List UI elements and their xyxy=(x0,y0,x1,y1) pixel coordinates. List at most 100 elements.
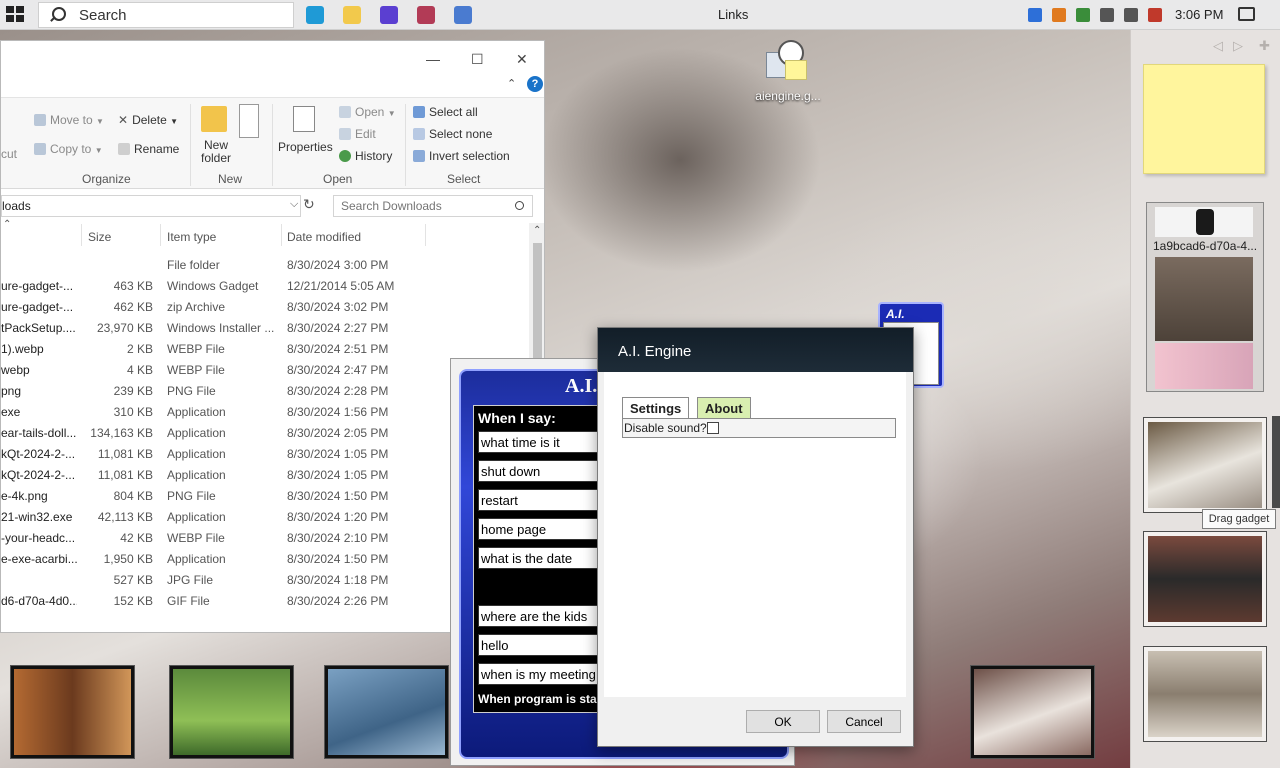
help-icon[interactable]: ? xyxy=(527,76,543,92)
file-row[interactable]: File folder 8/30/2024 3:00 PM xyxy=(1,255,529,276)
winamp-icon[interactable] xyxy=(380,6,398,24)
shield-icon[interactable] xyxy=(1076,8,1090,22)
command-item[interactable] xyxy=(478,576,599,598)
maximize-icon[interactable]: ☐ xyxy=(471,51,484,68)
photo-gadget[interactable] xyxy=(169,665,294,759)
taskbar-search[interactable]: Search xyxy=(38,2,294,28)
open-group-label: Open xyxy=(323,172,353,186)
tab-about[interactable]: About xyxy=(697,397,751,419)
address-bar[interactable]: loads ⌵ xyxy=(1,195,301,217)
notification-icon[interactable] xyxy=(1238,7,1255,21)
gadget-toolbar[interactable] xyxy=(1272,416,1280,508)
start-icon[interactable] xyxy=(6,6,26,24)
file-name: -your-headc... xyxy=(1,531,76,545)
delete-button[interactable]: ✕ Delete ▼ xyxy=(118,113,178,127)
chevron-down-icon[interactable]: ⌵ xyxy=(290,198,298,211)
file-date: 8/30/2024 1:50 PM xyxy=(287,489,389,503)
command-item[interactable]: what is the date xyxy=(478,547,599,569)
column-header-type[interactable]: Item type xyxy=(167,230,216,244)
search-input[interactable] xyxy=(334,196,504,216)
file-date: 8/30/2024 2:51 PM xyxy=(287,342,389,356)
search-tool-icon[interactable] xyxy=(1052,8,1066,22)
store-icon[interactable] xyxy=(454,6,472,24)
cut-button[interactable]: cut xyxy=(1,147,17,161)
sort-arrow-icon[interactable]: ⌃ xyxy=(3,219,11,230)
column-divider xyxy=(425,224,426,246)
open-button[interactable]: Open ▼ xyxy=(339,105,396,119)
column-header-size[interactable]: Size xyxy=(88,230,111,244)
clock[interactable]: 3:06 PM xyxy=(1175,7,1223,22)
ok-button[interactable]: OK xyxy=(746,710,820,733)
slideshow-gadget[interactable]: 1a9bcad6-d70a-4... xyxy=(1146,202,1264,392)
photo-gadget[interactable] xyxy=(10,665,135,759)
file-type: zip Archive xyxy=(167,300,226,314)
photo-frame-gadget[interactable] xyxy=(1143,417,1267,513)
add-gadget-icon[interactable]: ✚ xyxy=(1259,38,1270,54)
file-size: 310 KB xyxy=(113,405,153,419)
flag-app-icon[interactable] xyxy=(417,6,435,24)
collapse-ribbon-icon[interactable]: ⌃ xyxy=(507,77,516,90)
command-item[interactable]: hello xyxy=(478,634,599,656)
minimize-icon[interactable]: — xyxy=(426,51,440,67)
tab-settings[interactable]: Settings xyxy=(622,397,690,419)
file-date: 8/30/2024 1:56 PM xyxy=(287,405,389,419)
file-row[interactable]: ure-gadget-... 462 KB zip Archive 8/30/2024… xyxy=(1,297,529,318)
edge-icon[interactable] xyxy=(306,6,324,24)
file-size: 804 KB xyxy=(113,489,153,503)
file-row[interactable]: tPackSetup.... 23,970 KB Windows Installer… xyxy=(1,318,529,339)
scroll-up-icon[interactable]: ⌃ xyxy=(533,225,541,236)
bluetooth-icon[interactable] xyxy=(1028,8,1042,22)
photo-gadget[interactable] xyxy=(324,665,449,759)
file-date: 8/30/2024 2:28 PM xyxy=(287,384,389,398)
photo-frame-gadget[interactable] xyxy=(1143,531,1267,627)
ai-logo: A.I. xyxy=(565,375,598,397)
history-icon xyxy=(339,150,351,162)
gadget-sidebar: ◁ ▷ ✚ 1a9bcad6-d70a-4... xyxy=(1130,30,1280,768)
file-row[interactable]: 1).webp 2 KB WEBP File 8/30/2024 2:51 PM xyxy=(1,339,529,360)
close-icon[interactable]: ✕ xyxy=(516,51,528,68)
new-folder-button[interactable]: New folder xyxy=(199,139,233,165)
file-type: PNG File xyxy=(167,489,216,503)
copy-to-button[interactable]: Copy to ▼ xyxy=(34,142,103,156)
file-date: 8/30/2024 3:00 PM xyxy=(287,258,389,272)
file-row[interactable]: ure-gadget-... 463 KB Windows Gadget 12/21/… xyxy=(1,276,529,297)
new-item-icon[interactable] xyxy=(239,104,259,138)
search-downloads-box[interactable] xyxy=(333,195,533,217)
invert-selection-button[interactable]: Invert selection xyxy=(413,149,510,163)
photo-gadget[interactable] xyxy=(970,665,1095,759)
command-item[interactable]: restart xyxy=(478,489,599,511)
edit-button[interactable]: Edit xyxy=(339,127,376,141)
refresh-icon[interactable]: ↻ xyxy=(303,196,315,213)
file-name: kQt-2024-2-... xyxy=(1,447,76,461)
previous-page-icon[interactable]: ◁ xyxy=(1213,38,1223,54)
select-group-label: Select xyxy=(447,172,481,186)
address-text: loads xyxy=(2,199,31,213)
file-name: ure-gadget-... xyxy=(1,300,74,314)
move-to-button[interactable]: Move to ▼ xyxy=(34,113,104,127)
file-name: tPackSetup.... xyxy=(1,321,76,335)
command-item[interactable]: what time is it xyxy=(478,431,599,453)
command-item[interactable]: shut down xyxy=(478,460,599,482)
volume-muted-icon[interactable] xyxy=(1148,8,1162,22)
network-icon[interactable] xyxy=(1124,8,1138,22)
file-explorer-icon[interactable] xyxy=(343,6,361,24)
command-item[interactable]: where are the kids xyxy=(478,605,599,627)
sticky-note[interactable] xyxy=(1143,64,1265,174)
select-all-button[interactable]: Select all xyxy=(413,105,478,119)
edit-icon xyxy=(339,128,351,140)
file-date: 8/30/2024 2:27 PM xyxy=(287,321,389,335)
next-page-icon[interactable]: ▷ xyxy=(1233,38,1243,54)
command-list-footer: When program is sta xyxy=(478,692,597,706)
command-item[interactable]: home page xyxy=(478,518,599,540)
select-none-button[interactable]: Select none xyxy=(413,127,492,141)
rename-button[interactable]: Rename xyxy=(118,142,179,156)
cancel-button[interactable]: Cancel xyxy=(827,710,901,733)
usb-icon[interactable] xyxy=(1100,8,1114,22)
properties-button[interactable]: Properties xyxy=(278,140,333,154)
history-button[interactable]: History xyxy=(339,149,392,163)
disable-sound-checkbox[interactable] xyxy=(706,422,719,434)
photo-frame-gadget[interactable] xyxy=(1143,646,1267,742)
taskbar: Search Links 3:06 PM xyxy=(0,0,1280,30)
command-item[interactable]: when is my meeting xyxy=(478,663,599,685)
column-header-date[interactable]: Date modified xyxy=(287,230,361,244)
